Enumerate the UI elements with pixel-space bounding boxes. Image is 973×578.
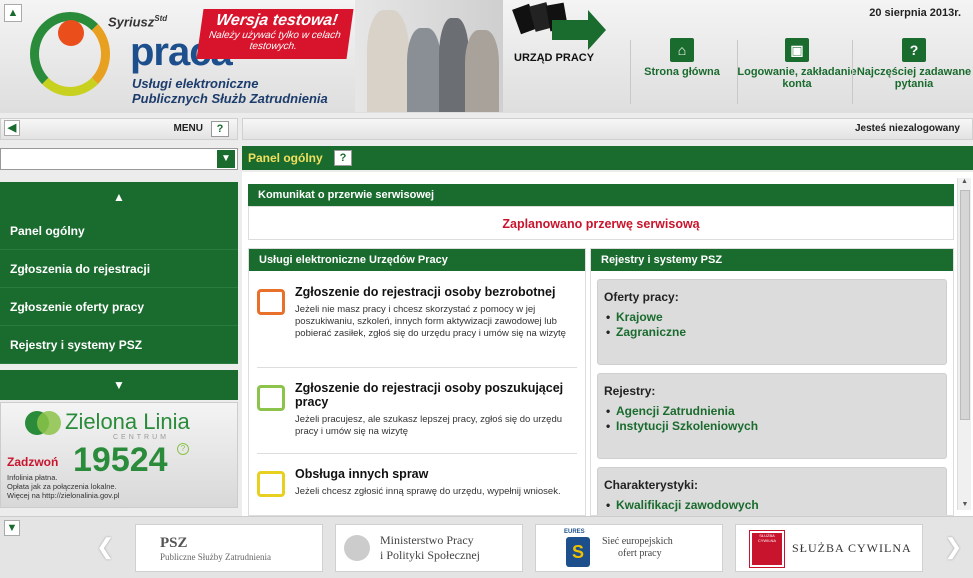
service-desc: Jeżeli pracujesz, ale szukasz lepszej pr… xyxy=(295,414,563,437)
scroll-down-button[interactable]: ▼ xyxy=(0,370,238,400)
sidebar-item-registration[interactable]: Zgłoszenia do rejestracji xyxy=(0,250,238,288)
registry-group: Rejestry: Agencji Zatrudnienia Instytucj… xyxy=(597,373,947,459)
current-date: 20 sierpnia 2013r. xyxy=(869,7,961,19)
service-title[interactable]: Zgłoszenie do rejestracji osoby poszukuj… xyxy=(295,381,577,409)
services-header: Usługi elektroniczne Urzędów Pracy xyxy=(249,249,585,271)
scroll-up-button[interactable]: ▲ xyxy=(0,182,238,212)
green-line-logo-icon xyxy=(37,411,61,435)
notice-text: Zaplanowano przerwę serwisową xyxy=(248,206,954,240)
page-help-button[interactable]: ? xyxy=(334,150,352,166)
menu-help-button[interactable]: ? xyxy=(211,121,229,137)
main-scrollbar[interactable]: ▲ ▼ xyxy=(957,178,971,510)
registries-panel: Rejestry i systemy PSZ Oferty pracy: Kra… xyxy=(590,248,954,516)
scroll-down-arrow-icon[interactable]: ▼ xyxy=(958,501,972,508)
scroll-up-arrow-icon[interactable]: ▲ xyxy=(958,178,971,185)
eures-s-icon: S xyxy=(566,537,590,567)
header: ▲ SyriuszStd praca Usługi elektroniczne … xyxy=(0,0,973,113)
registry-group: Charakterystyki: Kwalifikacji zawodowych xyxy=(597,467,947,515)
registry-group-title: Oferty pracy: xyxy=(604,290,679,304)
footer-logo-civil-service[interactable]: SŁUŻBA CYWILNA SŁUŻBA CYWILNA xyxy=(735,524,923,572)
checklist-icon xyxy=(257,385,285,411)
nav-login[interactable]: ▣ Logowanie, zakładanie konta xyxy=(737,38,857,90)
footer-prev-arrow-icon[interactable]: ❮ xyxy=(96,534,114,560)
divider xyxy=(852,40,853,104)
header-people-photo xyxy=(355,0,503,112)
notice-header: Komunikat o przerwie serwisowej xyxy=(248,184,954,206)
divider xyxy=(257,453,577,454)
logo-figure-icon xyxy=(58,20,84,46)
registries-header: Rejestry i systemy PSZ xyxy=(591,249,953,271)
info-question-icon: ? xyxy=(177,443,189,455)
call-label: Zadzwoń xyxy=(7,455,59,469)
menu-bar: ◀ MENU ? xyxy=(0,118,238,140)
dropdown-arrow-icon[interactable]: ▼ xyxy=(217,150,235,168)
page-title: Panel ogólny xyxy=(248,151,323,165)
sidebar-item-panel[interactable]: Panel ogólny xyxy=(0,212,238,250)
lock-icon: ▣ xyxy=(785,38,809,62)
registry-group-title: Charakterystyki: xyxy=(604,478,699,492)
registry-link[interactable]: Kwalifikacji zawodowych xyxy=(604,498,940,513)
service-desc: Jeżeli chcesz zgłosić inną sprawę do urz… xyxy=(295,486,561,497)
service-item[interactable]: Zgłoszenie do rejestracji osoby poszukuj… xyxy=(257,381,577,438)
service-item[interactable]: Zgłoszenie do rejestracji osoby bezrobot… xyxy=(257,285,577,340)
test-version-banner: Wersja testowa! Należy używać tylko w ce… xyxy=(196,9,354,59)
home-icon: ⌂ xyxy=(670,38,694,62)
civil-service-emblem-icon: SŁUŻBA CYWILNA xyxy=(749,530,785,568)
green-line-box[interactable]: Zielona Linia CENTRUM Zadzwoń 19524 ? In… xyxy=(0,402,238,508)
registry-link[interactable]: Instytucji Szkoleniowych xyxy=(604,419,940,434)
status-bar: Jesteś niezalogowany xyxy=(242,118,973,140)
service-title[interactable]: Obsługa innych spraw xyxy=(295,467,577,481)
eagle-emblem-icon xyxy=(344,535,370,561)
brand-subtitle: Usługi elektroniczne Publicznych Służb Z… xyxy=(132,76,328,106)
sidebar-item-job-offer[interactable]: Zgłoszenie oferty pracy xyxy=(0,288,238,326)
urzad-pracy-label: URZĄD PRACY xyxy=(514,52,595,64)
collapse-footer-icon[interactable]: ▼ xyxy=(4,520,20,536)
registry-link[interactable]: Agencji Zatrudnienia xyxy=(604,404,940,419)
nav-faq[interactable]: ? Najczęściej zadawane pytania xyxy=(854,38,973,90)
green-line-sub: CENTRUM xyxy=(113,434,169,441)
registry-link[interactable]: Krajowe xyxy=(604,310,940,325)
green-line-name: Zielona Linia xyxy=(65,409,190,434)
service-item[interactable]: Obsługa innych spraw Jeżeli chcesz zgłos… xyxy=(257,467,577,498)
question-icon: ? xyxy=(902,38,926,62)
sidebar-search: ▼ xyxy=(0,148,238,170)
service-desc: Jeżeli nie masz pracy i chcesz skorzysta… xyxy=(295,304,566,339)
registry-group: Oferty pracy: Krajowe Zagraniczne xyxy=(597,279,947,365)
footer-logo-eures[interactable]: EURES S Sieć europejskich ofert pracy xyxy=(535,524,723,572)
login-status: Jesteś niezalogowany xyxy=(854,123,960,134)
menu-label: MENU xyxy=(173,123,203,134)
divider xyxy=(257,367,577,368)
collapse-header-icon[interactable]: ▲ xyxy=(4,4,22,22)
registry-group-title: Rejestry: xyxy=(604,384,656,398)
footer-logo-ministry[interactable]: Ministerstwo Pracy i Polityki Społecznej xyxy=(335,524,523,572)
main-content: Komunikat o przerwie serwisowej Zaplanow… xyxy=(242,172,973,516)
service-title[interactable]: Zgłoszenie do rejestracji osoby bezrobot… xyxy=(295,285,577,299)
footer-next-arrow-icon[interactable]: ❯ xyxy=(944,534,962,560)
brand-small: SyriuszStd xyxy=(108,14,168,30)
collapse-menu-icon[interactable]: ◀ xyxy=(4,120,20,136)
hotline-info: Infolinia płatna. Opłata jak za połączen… xyxy=(7,473,120,500)
registry-link[interactable]: Zagraniczne xyxy=(604,325,940,340)
main-title-bar: Panel ogólny ? xyxy=(242,146,973,170)
nav-home[interactable]: ⌂ Strona główna xyxy=(622,38,742,78)
checklist-icon xyxy=(257,471,285,497)
scrollbar-thumb[interactable] xyxy=(960,190,970,420)
checklist-icon xyxy=(257,289,285,315)
footer-logo-psz[interactable]: PSZ Publiczne Służby Zatrudnienia xyxy=(135,524,323,572)
services-panel: Usługi elektroniczne Urzędów Pracy Zgłos… xyxy=(248,248,586,516)
search-input[interactable] xyxy=(1,149,211,169)
sidebar-item-registries[interactable]: Rejestry i systemy PSZ xyxy=(0,326,238,364)
